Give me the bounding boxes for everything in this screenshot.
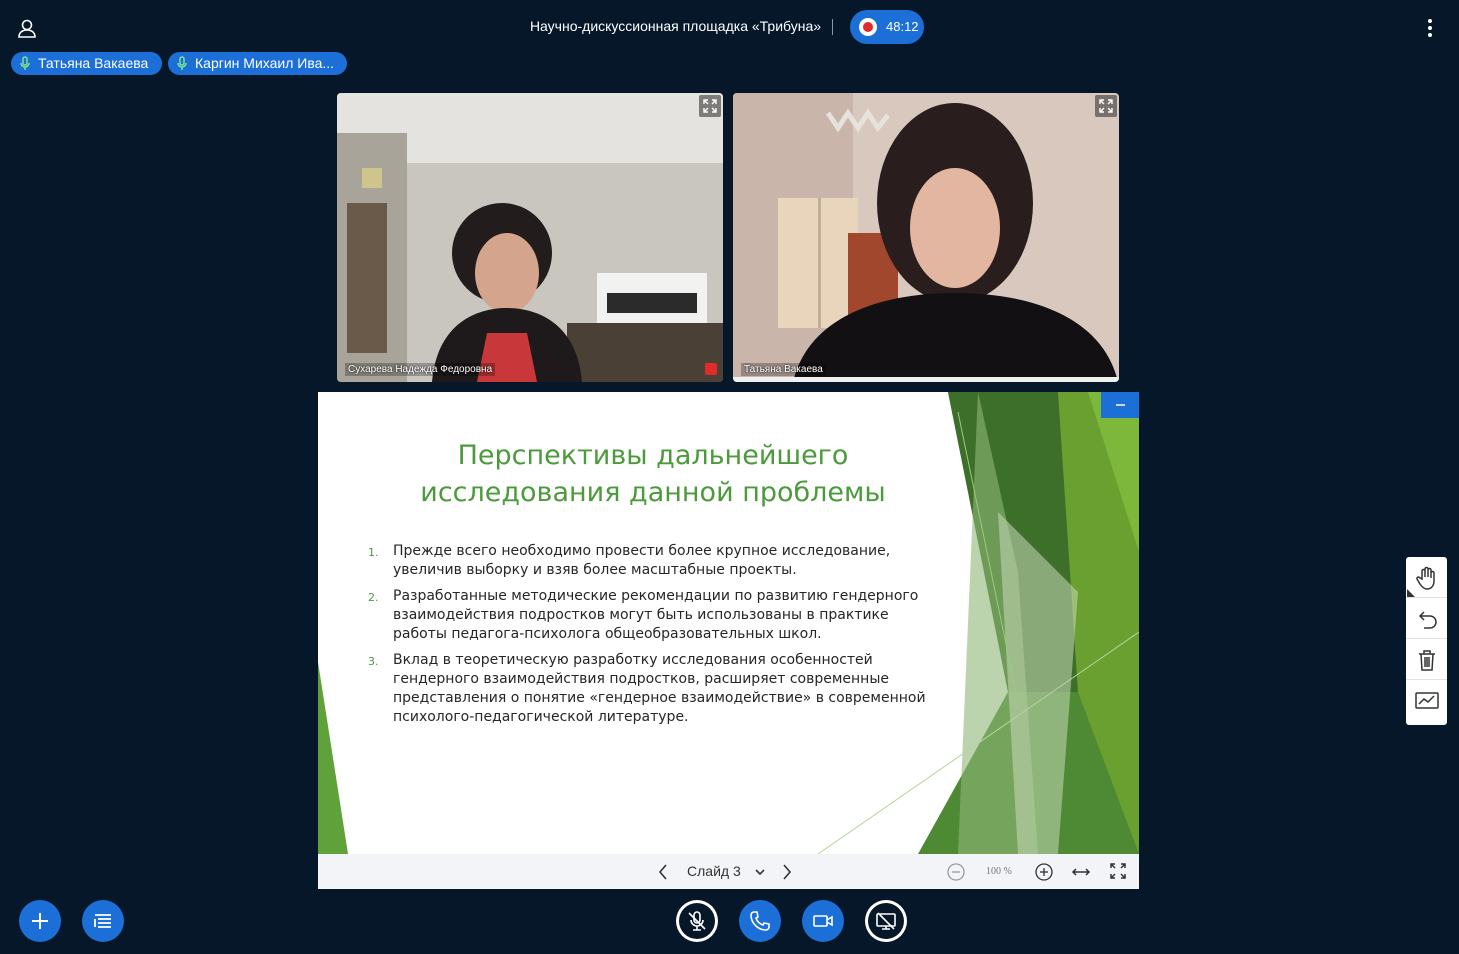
talker-pill[interactable]: Каргин Михаил Ива... [168, 52, 347, 75]
presentation-toolbar: Слайд 3 100 % [318, 854, 1139, 889]
slide-dropdown-button[interactable] [753, 865, 767, 884]
multi-user-board-icon [1415, 692, 1439, 709]
slide-list-item: 2. Разработанные методические рекомендац… [368, 587, 928, 644]
zoom-out-icon [947, 863, 965, 881]
slide-item-text: Вклад в теоретическую разработку исследо… [393, 652, 926, 725]
slide-title-line: исследования данной проблемы [420, 477, 886, 508]
slide-title-line: Перспективы дальнейшего [457, 440, 849, 471]
trash-icon [1419, 650, 1435, 671]
mute-microphone-button[interactable] [676, 900, 718, 942]
slide-list-item: 3. Вклад в теоретическую разработку иссл… [368, 651, 928, 727]
screenshare-off-icon [876, 912, 896, 930]
expand-video-button[interactable] [1095, 95, 1117, 117]
leave-audio-button[interactable] [739, 900, 781, 942]
chevron-left-icon [658, 864, 667, 880]
meeting-title: Научно-дискуссионная площадка «Трибуна» [529, 18, 822, 34]
more-vertical-icon [1428, 19, 1432, 37]
video-feed-image [733, 93, 1119, 382]
microphone-icon [177, 56, 187, 70]
zoom-in-icon [1035, 863, 1053, 881]
slide-item-number: 2. [368, 591, 379, 604]
multi-user-board-button[interactable] [1406, 680, 1447, 721]
slide-list-item: 1. Прежде всего необходимо провести боле… [368, 542, 928, 580]
user-list-toggle[interactable] [14, 16, 40, 42]
chevron-right-icon [783, 864, 792, 880]
microphone-icon [20, 56, 30, 70]
expand-icon [703, 99, 717, 113]
whiteboard-toolbar [1406, 557, 1447, 725]
list-icon [94, 914, 111, 928]
slide-item-number: 1. [368, 546, 379, 559]
next-slide-button[interactable] [780, 863, 794, 886]
actions-button[interactable] [19, 900, 61, 942]
minus-icon [1116, 404, 1125, 406]
video-tile[interactable]: Татьяна Вакаева [733, 93, 1119, 382]
fullscreen-button[interactable] [1109, 862, 1127, 885]
mic-muted-icon [688, 911, 706, 931]
hand-tool-button[interactable] [1406, 557, 1447, 598]
mic-muted-badge-icon [705, 363, 717, 375]
chevron-down-icon [755, 869, 765, 876]
options-button[interactable] [1420, 14, 1440, 42]
video-feed-image [337, 93, 723, 382]
slide-selector[interactable]: Слайд 3 [687, 863, 741, 879]
talker-name: Каргин Михаил Ива... [195, 55, 335, 71]
slide-item-text: Прежде всего необходимо провести более к… [393, 543, 891, 578]
slide-title: Перспективы дальнейшего исследования дан… [378, 437, 928, 511]
talker-name: Татьяна Вакаева [38, 55, 149, 71]
expand-icon [1099, 99, 1113, 113]
camera-icon [813, 915, 833, 927]
title-separator [832, 19, 833, 35]
presentation-slide[interactable]: Перспективы дальнейшего исследования дан… [318, 392, 1139, 854]
plus-icon [32, 913, 48, 929]
meeting-title-bar: Научно-дискуссионная площадка «Трибуна» [0, 18, 1459, 34]
fullscreen-icon [1110, 863, 1126, 879]
video-participant-name: Татьяна Вакаева [741, 363, 826, 376]
video-participant-name: Сухарева Надежда Федоровна [345, 363, 496, 376]
record-icon [859, 18, 877, 36]
zoom-in-button[interactable] [1034, 862, 1054, 887]
hand-icon [1416, 566, 1435, 590]
fit-width-button[interactable] [1071, 863, 1091, 886]
layout-list-button[interactable] [82, 900, 124, 942]
expand-video-button[interactable] [699, 95, 721, 117]
undo-button[interactable] [1406, 598, 1447, 639]
minimize-presentation-button[interactable] [1101, 392, 1139, 418]
slide-item-number: 3. [368, 655, 379, 668]
user-icon [18, 19, 36, 38]
share-screen-button[interactable] [865, 900, 907, 942]
zoom-level: 100 % [986, 866, 1012, 877]
recording-indicator[interactable]: 48:12 [850, 10, 924, 44]
phone-icon [750, 911, 770, 931]
video-tile[interactable]: Сухарева Надежда Федоровна [337, 93, 723, 382]
recording-time: 48:12 [886, 19, 919, 34]
previous-slide-button[interactable] [656, 863, 670, 886]
clear-board-button[interactable] [1406, 639, 1447, 680]
zoom-out-button[interactable] [946, 862, 966, 887]
slide-item-text: Разработанные методические рекомендации … [393, 588, 919, 642]
talker-pill[interactable]: Татьяна Вакаева [11, 52, 162, 75]
share-camera-button[interactable] [802, 900, 844, 942]
fit-width-icon [1071, 868, 1091, 876]
submenu-triangle-icon [1407, 589, 1415, 597]
undo-icon [1418, 611, 1437, 629]
